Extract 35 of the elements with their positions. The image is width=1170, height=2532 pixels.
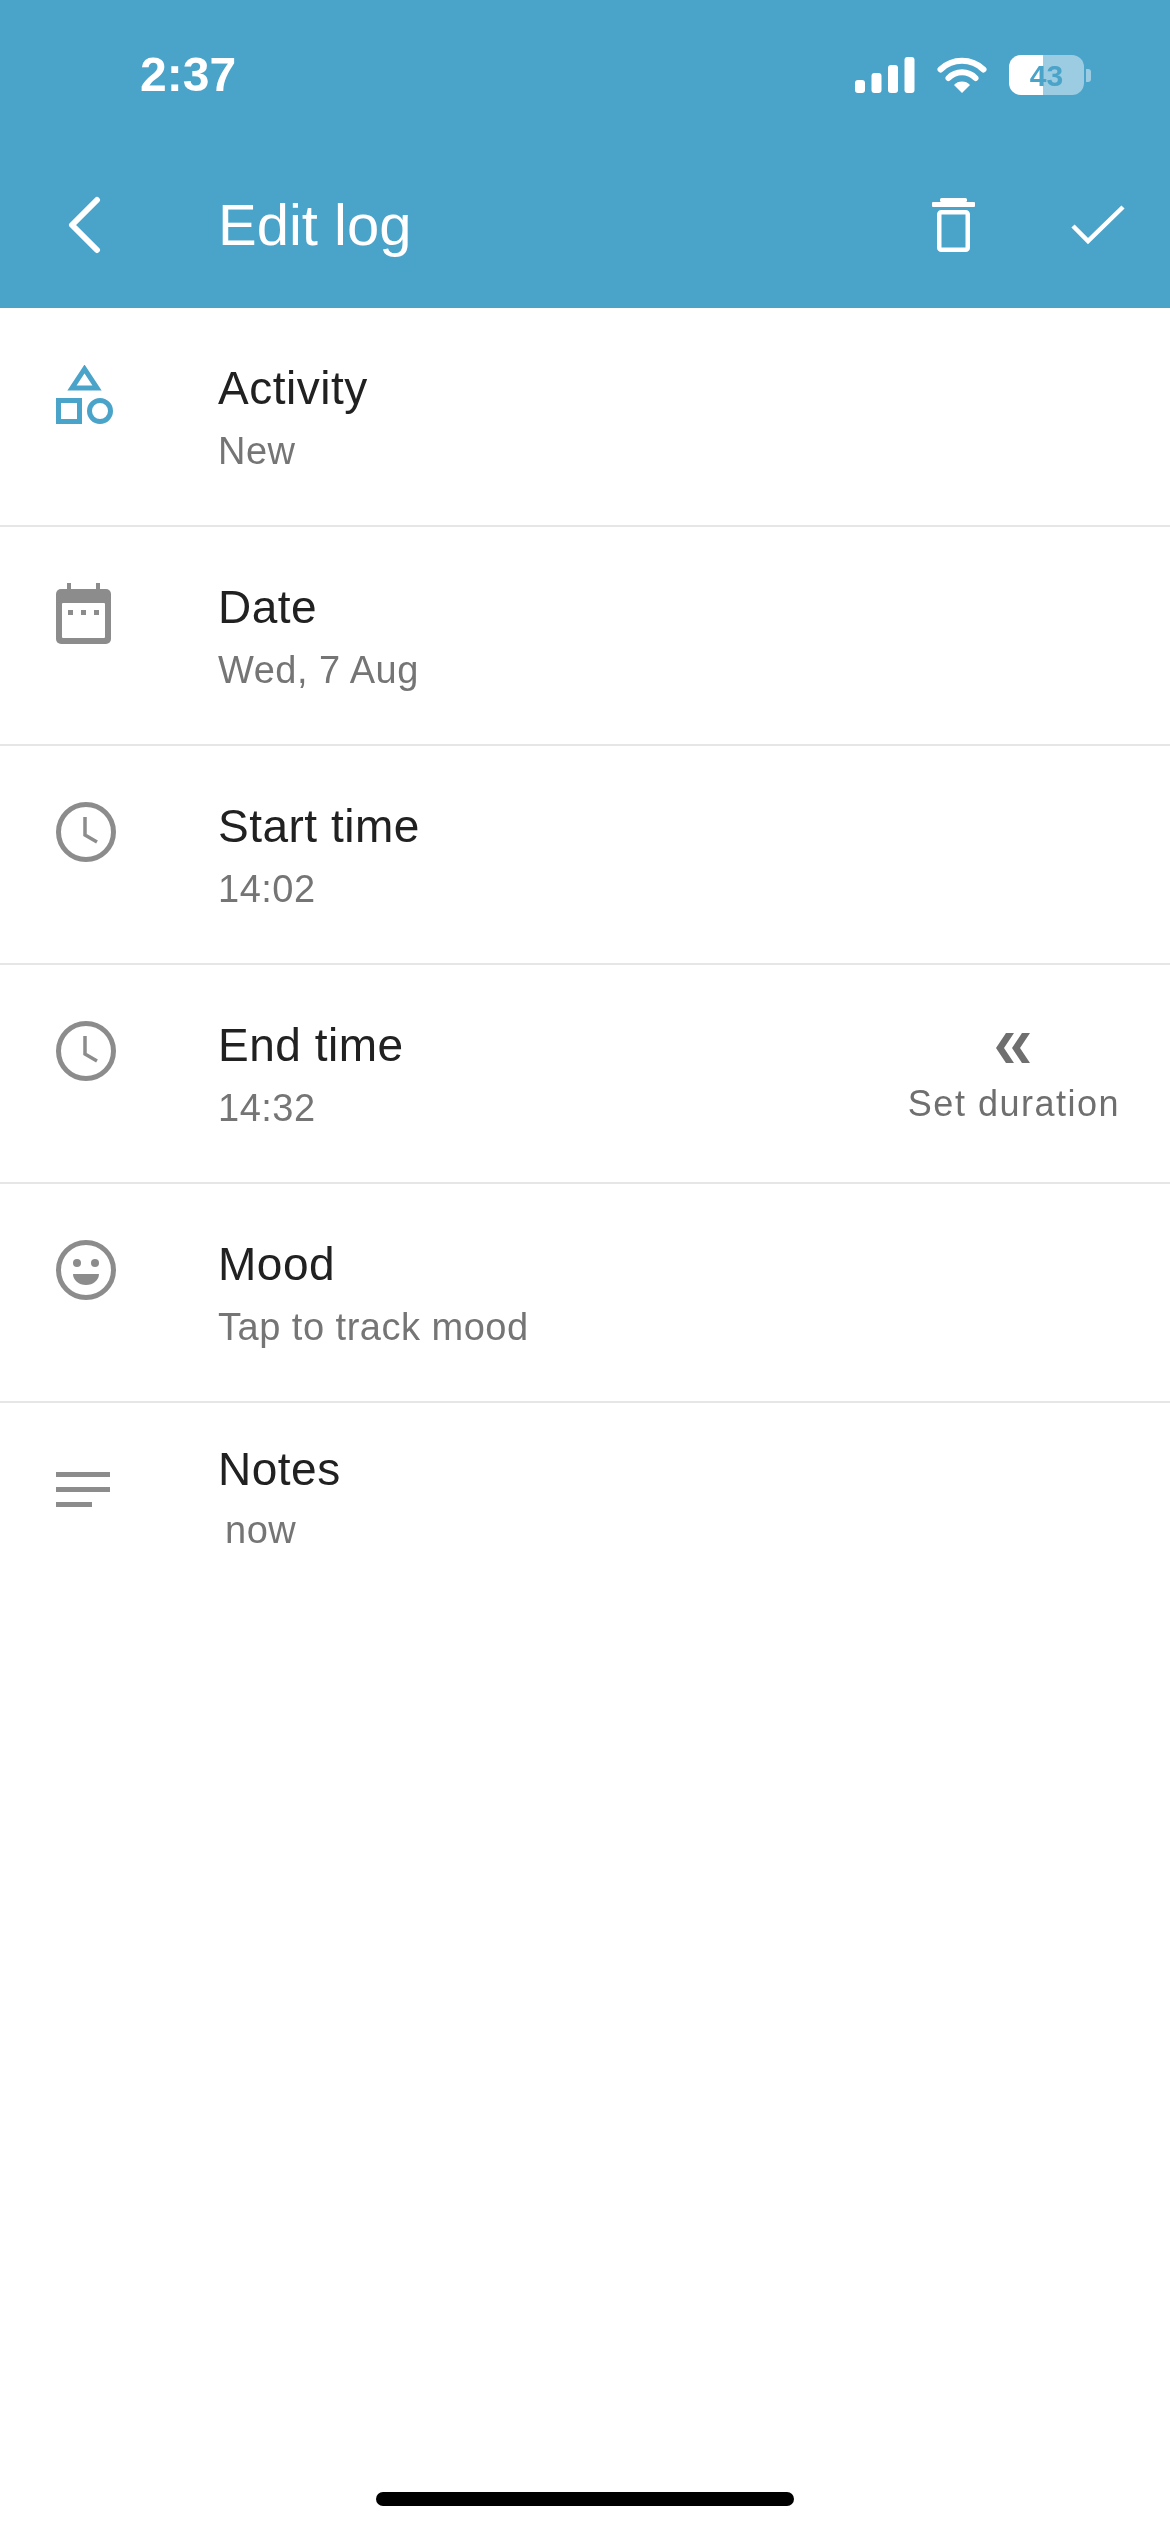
clock-icon <box>56 802 116 862</box>
field-row[interactable]: Start time 14:02 <box>0 746 1170 965</box>
field-label: End time <box>218 1018 404 1073</box>
smiley-icon <box>56 1240 116 1300</box>
field-value: New <box>218 429 297 474</box>
field-row[interactable]: Notes now <box>0 1403 1170 1622</box>
signal-icon <box>855 57 915 93</box>
field-label: Activity <box>218 361 368 416</box>
delete-button[interactable] <box>932 198 975 252</box>
field-label: Mood <box>218 1237 337 1292</box>
wifi-icon <box>937 56 987 94</box>
field-label: Date <box>218 580 319 635</box>
field-value: 14:32 <box>218 1086 317 1131</box>
field-row[interactable]: Activity New <box>0 308 1170 527</box>
clock-icon <box>56 1021 116 1081</box>
status-time: 2:37 <box>140 51 237 99</box>
check-icon <box>1071 204 1125 246</box>
field-label: Start time <box>218 799 420 854</box>
shapes-icon <box>56 364 113 424</box>
save-button[interactable] <box>1071 204 1125 246</box>
set-duration-button[interactable]: Set duration <box>907 1033 1120 1126</box>
field-row[interactable]: End time 14:32 Set duration <box>0 965 1170 1184</box>
calendar-icon <box>56 582 111 644</box>
field-label: Notes <box>218 1442 341 1497</box>
field-value: 14:02 <box>218 867 317 912</box>
back-icon <box>67 196 101 254</box>
back-button[interactable] <box>67 196 101 254</box>
field-value: Tap to track mood <box>218 1305 529 1350</box>
double-chevron-left-icon <box>995 1033 1032 1063</box>
field-row[interactable]: Date Wed, 7 Aug <box>0 527 1170 746</box>
field-row[interactable]: Mood Tap to track mood <box>0 1184 1170 1403</box>
field-value: now <box>225 1508 298 1553</box>
trash-icon <box>932 198 975 252</box>
notes-icon <box>56 1471 110 1507</box>
field-value: Wed, 7 Aug <box>218 648 419 693</box>
